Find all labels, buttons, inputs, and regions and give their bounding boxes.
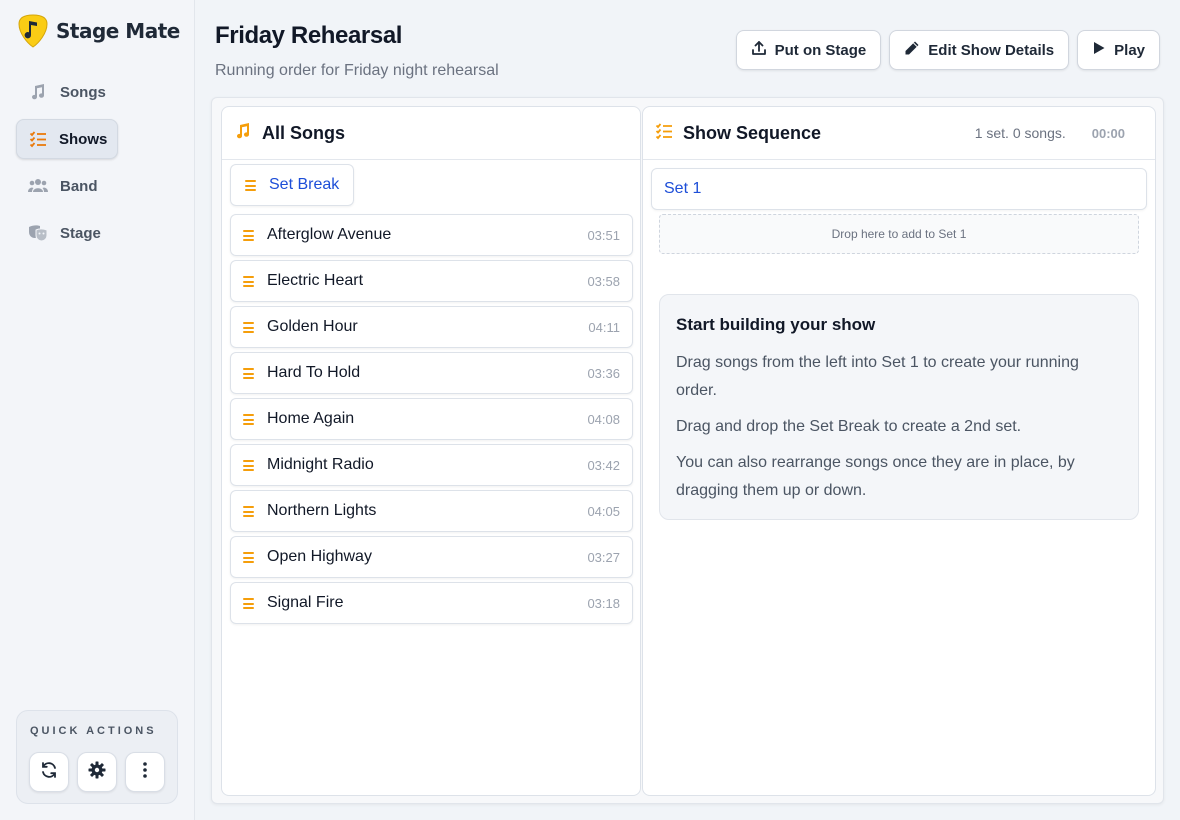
- page-subtitle: Running order for Friday night rehearsal: [215, 62, 499, 79]
- guitar-pick-logo-icon: [18, 14, 48, 48]
- drag-handle-icon: [243, 367, 257, 379]
- brand[interactable]: Stage Mate: [18, 14, 180, 48]
- drag-handle-icon: [243, 413, 257, 425]
- list-check-icon: [29, 129, 47, 149]
- pencil-icon: [904, 40, 920, 60]
- music-note-icon: [234, 122, 252, 145]
- sidebar-item-label: Songs: [60, 83, 106, 101]
- song-duration: 04:08: [587, 411, 620, 427]
- song-duration: 03:58: [587, 273, 620, 289]
- song-duration: 04:05: [587, 503, 620, 519]
- edit-show-details-button[interactable]: Edit Show Details: [889, 30, 1070, 70]
- masks-icon: [28, 223, 48, 243]
- song-list: Afterglow Avenue 03:51 Electric Heart 03…: [230, 214, 633, 628]
- drag-handle-icon: [243, 229, 257, 241]
- settings-button[interactable]: [77, 752, 117, 792]
- show-sequence-title: Show Sequence: [683, 122, 822, 143]
- quick-actions-title: QUICK ACTIONS: [30, 725, 157, 737]
- sidebar-item-band[interactable]: Band: [16, 166, 181, 206]
- all-songs-panel: All Songs Set Break Afterglow Avenue 03:…: [221, 106, 641, 796]
- set-break-item[interactable]: Set Break: [230, 164, 355, 206]
- show-sequence-panel: Show Sequence 1 set. 0 songs. 00:00 Set …: [642, 106, 1156, 796]
- song-row[interactable]: Open Highway 03:27: [230, 536, 633, 578]
- drag-handle-icon: [243, 459, 257, 471]
- all-songs-header: All Songs: [222, 107, 640, 160]
- song-duration: 04:11: [588, 319, 620, 335]
- sidebar-item-label: Stage: [60, 224, 101, 242]
- help-line: Drag and drop the Set Break to create a …: [676, 418, 1022, 435]
- set-1-label: Set 1: [664, 180, 702, 197]
- song-row[interactable]: Golden Hour 04:11: [230, 306, 633, 348]
- drop-zone-hint: Drop here to add to Set 1: [831, 227, 967, 241]
- song-title: Afterglow Avenue: [267, 226, 392, 243]
- song-row[interactable]: Afterglow Avenue 03:51: [230, 214, 633, 256]
- set-1-header[interactable]: Set 1: [651, 168, 1147, 210]
- sidebar-item-stage[interactable]: Stage: [16, 213, 181, 253]
- drag-handle-icon: [243, 275, 257, 287]
- song-row[interactable]: Home Again 04:08: [230, 398, 633, 440]
- edit-show-details-label: Edit Show Details: [928, 41, 1055, 59]
- drag-handle-icon: [243, 505, 257, 517]
- sidebar-item-shows[interactable]: Shows: [16, 119, 118, 159]
- page-title: Friday Rehearsal: [215, 22, 403, 49]
- all-songs-title: All Songs: [262, 122, 346, 143]
- song-title: Open Highway: [267, 548, 372, 565]
- gear-icon: [88, 761, 106, 784]
- song-row[interactable]: Signal Fire 03:18: [230, 582, 633, 624]
- song-title: Electric Heart: [267, 272, 364, 289]
- refresh-button[interactable]: [29, 752, 69, 792]
- list-check-icon: [655, 122, 673, 145]
- music-note-icon: [28, 82, 48, 102]
- quick-actions-panel: QUICK ACTIONS: [16, 710, 178, 804]
- song-duration: 03:42: [587, 457, 620, 473]
- drag-handle-icon: [243, 321, 257, 333]
- song-title: Home Again: [267, 410, 355, 427]
- drag-handle-icon: [243, 551, 257, 563]
- drag-handle-icon: [243, 597, 257, 609]
- empty-state-help: Start building your show Drag songs from…: [659, 294, 1139, 520]
- play-icon: [1092, 41, 1106, 59]
- header-toolbar: Put on Stage Edit Show Details Play: [735, 30, 1160, 70]
- sidebar-item-label: Shows: [59, 130, 108, 148]
- song-row[interactable]: Hard To Hold 03:36: [230, 352, 633, 394]
- song-row[interactable]: Midnight Radio 03:42: [230, 444, 633, 486]
- song-title: Midnight Radio: [267, 456, 374, 473]
- sidebar-nav: Songs Shows Band Stage: [16, 72, 181, 260]
- song-duration: 03:18: [587, 595, 620, 611]
- put-on-stage-button[interactable]: Put on Stage: [735, 30, 882, 70]
- app-name: Stage Mate: [56, 19, 180, 43]
- song-row[interactable]: Electric Heart 03:58: [230, 260, 633, 302]
- sidebar-item-songs[interactable]: Songs: [16, 72, 181, 112]
- song-duration: 03:27: [587, 549, 620, 565]
- put-on-stage-label: Put on Stage: [774, 41, 867, 59]
- show-editor: All Songs Set Break Afterglow Avenue 03:…: [211, 97, 1164, 804]
- drag-handle-icon: [245, 179, 259, 191]
- help-line: You can also rearrange songs once they a…: [676, 454, 1075, 499]
- show-sequence-header: Show Sequence 1 set. 0 songs. 00:00: [643, 107, 1155, 160]
- sequence-total-time: 00:00: [1091, 125, 1125, 141]
- song-duration: 03:51: [587, 227, 620, 243]
- play-label: Play: [1114, 41, 1145, 59]
- sidebar-item-label: Band: [60, 177, 98, 195]
- refresh-icon: [40, 761, 58, 784]
- more-vertical-icon: [136, 761, 154, 784]
- sidebar: Stage Mate Songs Shows Band Stage QUICK …: [0, 0, 195, 820]
- song-title: Hard To Hold: [267, 364, 361, 381]
- play-button[interactable]: Play: [1077, 30, 1160, 70]
- song-title: Signal Fire: [267, 594, 344, 611]
- sequence-summary: 1 set. 0 songs.: [974, 125, 1066, 141]
- users-icon: [28, 176, 48, 196]
- help-title: Start building your show: [676, 315, 876, 334]
- set-1-drop-zone[interactable]: Drop here to add to Set 1: [659, 214, 1139, 254]
- more-options-button[interactable]: [125, 752, 165, 792]
- help-line: Drag songs from the left into Set 1 to c…: [676, 354, 1079, 399]
- song-title: Golden Hour: [267, 318, 358, 335]
- song-row[interactable]: Northern Lights 04:05: [230, 490, 633, 532]
- set-break-label: Set Break: [269, 176, 340, 193]
- song-title: Northern Lights: [267, 502, 377, 519]
- song-duration: 03:36: [587, 365, 620, 381]
- upload-icon: [751, 40, 767, 60]
